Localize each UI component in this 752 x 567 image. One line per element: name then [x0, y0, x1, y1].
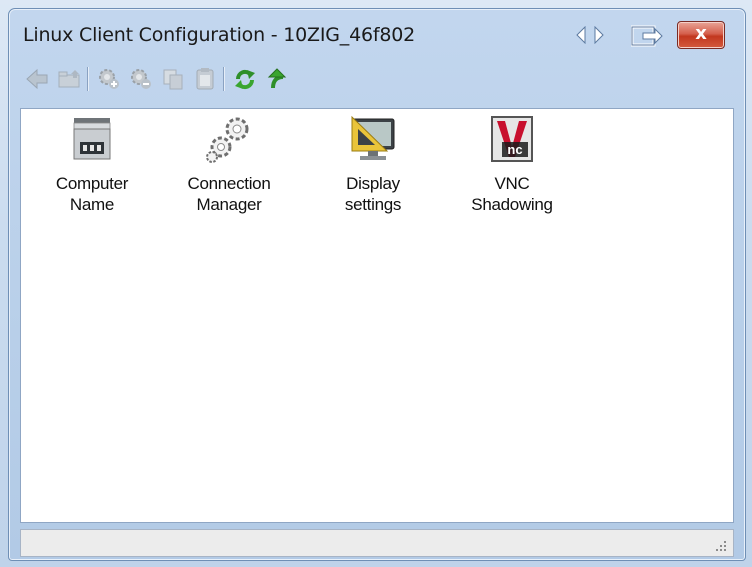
- refresh-green-icon[interactable]: [233, 67, 257, 91]
- svg-text:nc: nc: [507, 142, 522, 157]
- copy-icon[interactable]: [161, 67, 185, 91]
- item-label-line1: VNC: [494, 174, 530, 193]
- item-display-settings[interactable]: Display settings: [318, 115, 428, 215]
- display-settings-monitor-icon: [351, 115, 395, 160]
- desktop-background: Linux Client Configuration - 10ZIG_46f80…: [0, 0, 752, 567]
- toolbar-separator: [87, 67, 89, 91]
- add-gear-icon[interactable]: [97, 67, 121, 91]
- item-label-line1: Display: [346, 174, 400, 193]
- item-label-line2: Manager: [196, 195, 262, 214]
- toolbar-separator: [223, 67, 225, 91]
- item-label-line2: settings: [344, 195, 402, 214]
- toolbar: [17, 59, 733, 99]
- up-folder-icon[interactable]: [57, 67, 81, 91]
- item-label-line2: Name: [69, 195, 115, 214]
- maximize-exit-icon[interactable]: [631, 25, 663, 47]
- item-vnc-shadowing[interactable]: nc VNC Shadowing: [457, 115, 567, 215]
- back-arrow-icon[interactable]: [25, 67, 49, 91]
- config-window: Linux Client Configuration - 10ZIG_46f80…: [8, 8, 746, 561]
- computer-name-icon: [73, 118, 111, 160]
- item-computer-name[interactable]: Computer Name: [37, 115, 147, 215]
- item-label-line1: Connection: [187, 174, 271, 193]
- remove-gear-icon[interactable]: [129, 67, 153, 91]
- status-bar: [20, 529, 734, 557]
- close-label: x: [695, 23, 707, 44]
- resize-grip-icon[interactable]: [715, 540, 727, 552]
- connection-manager-gears-icon: [206, 117, 249, 163]
- vnc-shadowing-icon: nc: [491, 116, 533, 162]
- window-title: Linux Client Configuration - 10ZIG_46f80…: [23, 24, 416, 46]
- item-connection-manager[interactable]: Connection Manager: [174, 115, 284, 215]
- title-bar[interactable]: Linux Client Configuration - 10ZIG_46f80…: [9, 9, 745, 55]
- close-button[interactable]: x: [677, 21, 725, 49]
- paste-icon[interactable]: [193, 67, 217, 91]
- item-label-line2: Shadowing: [471, 195, 553, 214]
- items-panel: Computer Name Connection Manager Display…: [20, 108, 734, 523]
- left-right-arrows-icon[interactable]: [575, 26, 605, 44]
- upload-green-icon[interactable]: [265, 67, 289, 91]
- item-label-line1: Computer: [55, 174, 129, 193]
